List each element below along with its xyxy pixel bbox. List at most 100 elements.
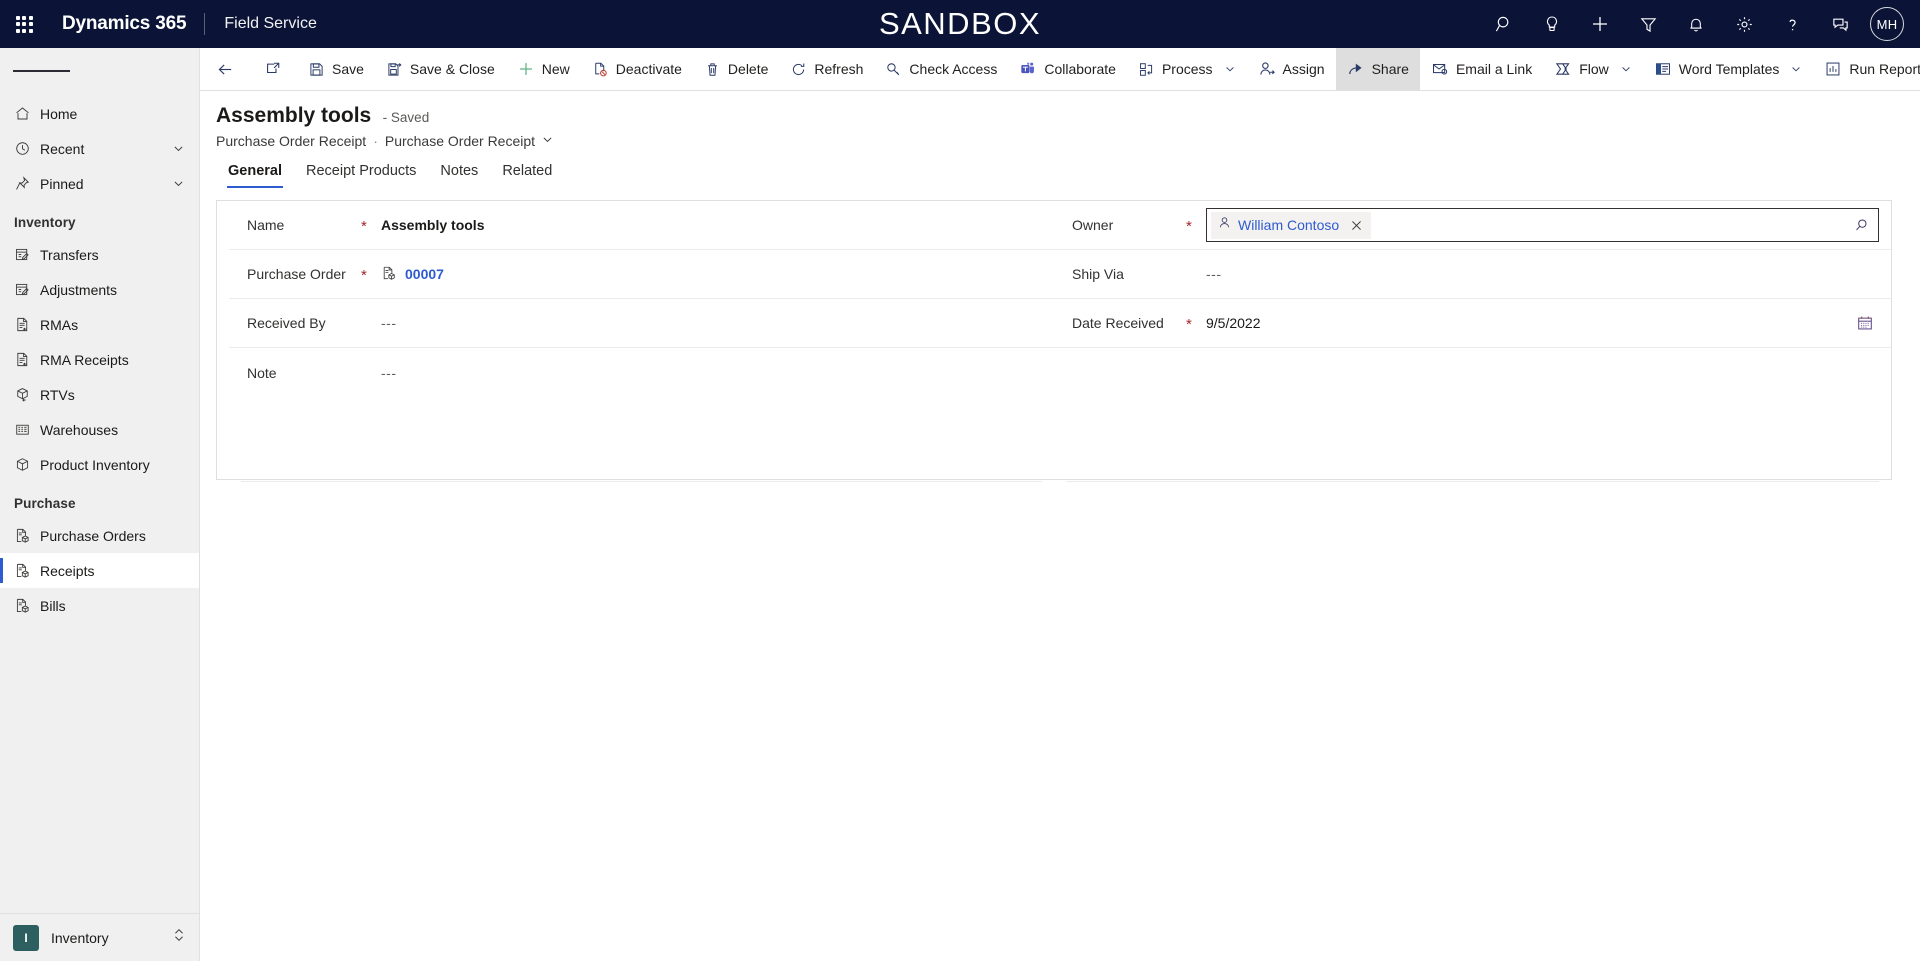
search-icon[interactable] [1480, 0, 1528, 48]
sidebar-item-recent[interactable]: Recent [0, 131, 199, 166]
command-label: Flow [1579, 61, 1609, 77]
brand-title[interactable]: Dynamics 365 [48, 13, 204, 35]
area-switcher[interactable]: I Inventory [0, 913, 199, 961]
required-asterisk: * [361, 218, 367, 235]
field-label: Received By [247, 315, 326, 331]
main-content: Save Save & Close New Deactivate Delete … [200, 48, 1920, 961]
chevron-down-icon[interactable] [1224, 63, 1236, 75]
search-icon[interactable] [1846, 217, 1876, 234]
tab-general[interactable]: General [216, 159, 294, 188]
date-received-value[interactable]: 9/5/2022 [1206, 315, 1847, 331]
name-value[interactable]: Assembly tools [381, 217, 1054, 233]
command-bar: Save Save & Close New Deactivate Delete … [200, 48, 1920, 91]
calendar-icon[interactable] [1847, 314, 1883, 332]
flow-button[interactable]: Flow [1543, 48, 1643, 90]
sidebar-item-label: Transfers [40, 246, 99, 263]
save-button[interactable]: Save [297, 48, 375, 90]
top-nav-actions: MH [1480, 0, 1920, 48]
tab-receipt-products[interactable]: Receipt Products [294, 159, 428, 188]
sidebar-item-adjustments[interactable]: Adjustments [0, 272, 199, 307]
save-and-close-button[interactable]: Save & Close [375, 48, 506, 90]
command-label: Share [1371, 61, 1409, 77]
sidebar-item-rtvs[interactable]: RTVs [0, 377, 199, 412]
bell-icon[interactable] [1672, 0, 1720, 48]
received-by-value: --- [381, 315, 397, 331]
sidebar-item-transfers[interactable]: Transfers [0, 237, 199, 272]
assign-button[interactable]: Assign [1247, 48, 1336, 90]
general-form-card: Name * Assembly tools Purchase Order * 0… [216, 200, 1892, 482]
card-footer-divider [241, 481, 1042, 521]
transfer-icon [14, 246, 40, 263]
sidebar-item-home[interactable]: Home [0, 96, 199, 131]
sidebar-item-label: Recent [40, 140, 85, 157]
run-report-button[interactable]: Run Report [1813, 48, 1920, 90]
chevron-down-icon[interactable] [172, 177, 199, 190]
question-icon[interactable] [1768, 0, 1816, 48]
tab-label: Notes [440, 163, 479, 179]
owner-chip[interactable]: William Contoso [1211, 211, 1372, 239]
gear-icon[interactable] [1720, 0, 1768, 48]
sidebar-item-rmas[interactable]: RMAs [0, 307, 199, 342]
sidebar-item-product-inventory[interactable]: Product Inventory [0, 447, 199, 482]
purchase-order-link[interactable]: 00007 [405, 266, 444, 282]
sidebar-item-warehouses[interactable]: Warehouses [0, 412, 199, 447]
purchase-order-value[interactable]: 00007 [381, 265, 1054, 284]
sidebar-item-rma-receipts[interactable]: RMA Receipts [0, 342, 199, 377]
tab-label: General [228, 163, 282, 179]
owner-name: William Contoso [1238, 217, 1340, 233]
check-access-button[interactable]: Check Access [874, 48, 1008, 90]
area-chevron-updown-icon[interactable] [172, 927, 186, 948]
avatar[interactable]: MH [1870, 7, 1904, 41]
rma-receipt-icon [14, 351, 40, 368]
open-new-window-button[interactable] [253, 48, 293, 90]
close-icon[interactable] [1345, 214, 1367, 236]
sidebar-item-pinned[interactable]: Pinned [0, 166, 199, 201]
chevron-down-icon[interactable] [1620, 63, 1632, 75]
back-button[interactable] [200, 48, 249, 90]
delete-button[interactable]: Delete [693, 48, 779, 90]
sitemap-toggle-icon[interactable] [0, 48, 199, 94]
tab-label: Related [502, 163, 553, 179]
breadcrumb: Purchase Order Receipt · Purchase Order … [216, 128, 1920, 149]
sidebar-item-label: Bills [40, 597, 66, 614]
field-label: Ship Via [1072, 266, 1124, 282]
feedback-icon[interactable] [1816, 0, 1864, 48]
sidebar-item-purchase-orders[interactable]: Purchase Orders [0, 518, 199, 553]
tab-related[interactable]: Related [490, 159, 564, 188]
share-button[interactable]: Share [1335, 48, 1420, 90]
owner-lookup-input[interactable]: William Contoso [1206, 208, 1879, 242]
field-label: Purchase Order [247, 266, 346, 282]
field-row-name: Name * Assembly tools [229, 201, 1054, 250]
save-status: - Saved [382, 110, 430, 125]
sidebar-item-receipts[interactable]: Receipts [0, 553, 199, 588]
process-button[interactable]: Process [1127, 48, 1247, 90]
breadcrumb-entity[interactable]: Purchase Order Receipt [216, 133, 366, 149]
collaborate-button[interactable]: Collaborate [1008, 48, 1127, 90]
plus-icon[interactable] [1576, 0, 1624, 48]
right-column-filler [1054, 397, 1891, 481]
chevron-down-icon[interactable] [172, 142, 199, 155]
top-navigation-bar: Dynamics 365 Field Service SANDBOX MH [0, 0, 1920, 48]
lightbulb-icon[interactable] [1528, 0, 1576, 48]
email-a-link-button[interactable]: Email a Link [1420, 48, 1543, 90]
required-spacer [361, 322, 381, 325]
sidebar-item-bills[interactable]: Bills [0, 588, 199, 623]
required-spacer [1186, 273, 1206, 276]
refresh-button[interactable]: Refresh [779, 48, 874, 90]
form-selector[interactable]: Purchase Order Receipt [385, 133, 554, 149]
app-name[interactable]: Field Service [205, 15, 316, 33]
app-launcher-icon[interactable] [0, 0, 48, 48]
command-label: Check Access [909, 61, 998, 77]
word-templates-button[interactable]: Word Templates [1643, 48, 1814, 90]
chevron-down-icon[interactable] [1790, 63, 1802, 75]
tab-notes[interactable]: Notes [428, 159, 490, 188]
filter-icon[interactable] [1624, 0, 1672, 48]
field-row-note: Note --- [229, 348, 1054, 397]
command-label: Collaborate [1044, 61, 1116, 77]
form-column-left: Name * Assembly tools Purchase Order * 0… [217, 201, 1054, 482]
rma-icon [14, 316, 40, 333]
clock-icon [14, 140, 40, 157]
deactivate-button[interactable]: Deactivate [581, 48, 693, 90]
new-button[interactable]: New [506, 48, 581, 90]
field-row-received-by: Received By --- [229, 299, 1054, 348]
